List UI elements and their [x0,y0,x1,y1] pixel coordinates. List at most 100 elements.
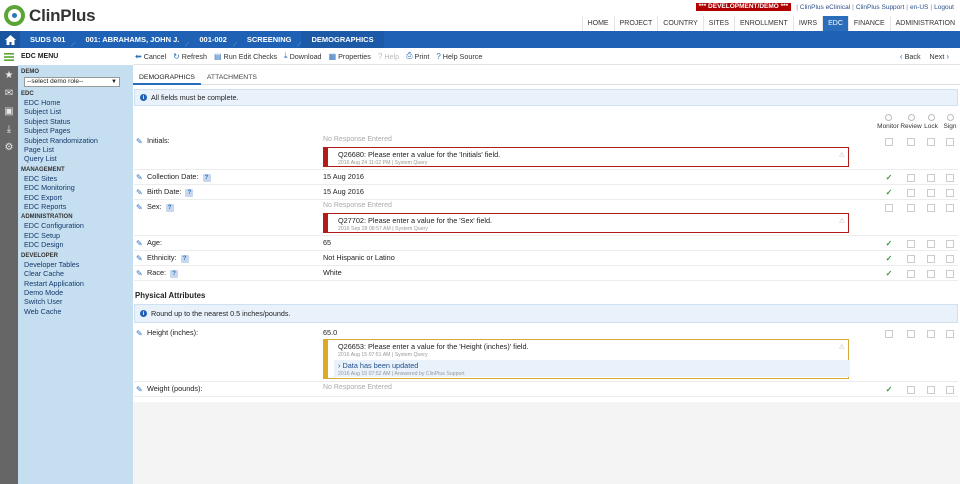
back-button[interactable]: ‹ Back [900,52,921,61]
lock-checkbox[interactable] [927,386,935,394]
column-review[interactable]: Review [900,114,922,130]
refresh-button[interactable]: ↻ Refresh [173,52,207,61]
eclinical-link[interactable]: ClinPlus eClinical [800,4,850,11]
nav-country[interactable]: COUNTRY [657,16,702,31]
field-value[interactable]: White [323,268,342,277]
query-box-answered[interactable]: Q26653: Please enter a value for the 'He… [323,339,850,379]
demo-role-select[interactable]: --select demo role-- ▼ [24,77,120,87]
sidebar-item-edc-home[interactable]: EDC Home [18,98,133,107]
mail-icon[interactable]: ✉ [0,84,18,102]
help-icon[interactable]: ? [202,174,211,182]
help-icon[interactable]: ? [170,270,179,278]
help-source-button[interactable]: ? Help Source [436,52,482,61]
field-value[interactable]: 65.0 [323,328,337,337]
sign-checkbox[interactable] [946,204,954,212]
monitor-checkbox[interactable] [885,138,893,146]
help-icon[interactable]: ? [180,255,189,263]
sidebar-item-query-list[interactable]: Query List [18,154,133,163]
nav-project[interactable]: PROJECT [613,16,658,31]
sidebar-item-clear-cache[interactable]: Clear Cache [18,269,133,278]
pencil-icon[interactable]: ✎ [136,254,143,263]
review-checkbox[interactable] [907,240,915,248]
sidebar-item-subject-randomization[interactable]: Subject Randomization [18,136,133,145]
tab-attachments[interactable]: ATTACHMENTS [201,71,263,85]
pencil-icon[interactable]: ✎ [136,137,143,146]
sidebar-item-edc-sites[interactable]: EDC Sites [18,174,133,183]
download-icon[interactable]: ⤓ [0,120,18,138]
sidebar-item-edc-monitoring[interactable]: EDC Monitoring [18,183,133,192]
run-edit-checks-button[interactable]: ▤ Run Edit Checks [214,52,277,61]
pencil-icon[interactable]: ✎ [136,269,143,278]
sidebar-item-switch-user[interactable]: Switch User [18,297,133,306]
nav-enrollment[interactable]: ENROLLMENT [733,16,793,31]
lock-checkbox[interactable] [927,189,935,197]
pencil-icon[interactable]: ✎ [136,385,143,394]
review-checkbox[interactable] [907,204,915,212]
sign-checkbox[interactable] [946,240,954,248]
locale-link[interactable]: en-US [910,4,928,11]
sign-checkbox[interactable] [946,386,954,394]
sidebar-item-edc-setup[interactable]: EDC Setup [18,231,133,240]
lock-checkbox[interactable] [927,330,935,338]
field-value[interactable]: 15 Aug 2016 [323,172,364,181]
monitored-check-icon[interactable]: ✓ [884,255,894,263]
field-value[interactable]: 15 Aug 2016 [323,187,364,196]
gear-icon[interactable]: ⚙ [0,138,18,156]
monitored-check-icon[interactable]: ✓ [884,270,894,278]
sidebar-item-restart-application[interactable]: Restart Application [18,279,133,288]
review-checkbox[interactable] [907,386,915,394]
download-button[interactable]: ⤓ Download [284,51,322,61]
review-all-toggle[interactable] [907,114,915,121]
lock-checkbox[interactable] [927,270,935,278]
field-value[interactable]: 65 [323,238,331,247]
nav-home[interactable]: HOME [581,16,614,31]
pencil-icon[interactable]: ✎ [136,188,143,197]
sidebar-item-page-list[interactable]: Page List [18,145,133,154]
field-value[interactable]: Not Hispanic or Latino [323,253,395,262]
pencil-icon[interactable]: ✎ [136,203,143,212]
review-checkbox[interactable] [907,330,915,338]
review-checkbox[interactable] [907,138,915,146]
print-button[interactable]: ⎙ Print [406,51,429,61]
properties-button[interactable]: ▦ Properties [329,52,371,61]
review-checkbox[interactable] [907,270,915,278]
sidebar-item-subject-status[interactable]: Subject Status [18,117,133,126]
sign-checkbox[interactable] [946,138,954,146]
sidebar-item-edc-design[interactable]: EDC Design [18,240,133,249]
monitored-check-icon[interactable]: ✓ [884,189,894,197]
lock-checkbox[interactable] [927,204,935,212]
sign-checkbox[interactable] [946,255,954,263]
clinplus-logo[interactable]: ClinPlus [4,5,96,26]
monitored-check-icon[interactable]: ✓ [884,240,894,248]
breadcrumb-visit[interactable]: SCREENING [236,31,302,48]
field-value[interactable]: No Response Entered [323,384,392,391]
nav-sites[interactable]: SITES [702,16,734,31]
sign-checkbox[interactable] [946,174,954,182]
lock-checkbox[interactable] [927,174,935,182]
sign-checkbox[interactable] [946,189,954,197]
review-checkbox[interactable] [907,189,915,197]
review-checkbox[interactable] [907,255,915,263]
column-sign[interactable]: Sign [939,114,960,130]
monitor-checkbox[interactable] [885,204,893,212]
lock-all-toggle[interactable] [927,114,935,121]
support-link[interactable]: ClinPlus Support [856,4,904,11]
pencil-icon[interactable]: ✎ [136,329,143,338]
help-icon[interactable]: ? [165,204,174,212]
nav-iwrs[interactable]: IWRS [792,16,822,31]
sidebar-item-subject-list[interactable]: Subject List [18,107,133,116]
star-icon[interactable]: ★ [0,66,18,84]
help-icon[interactable]: ? [185,189,194,197]
field-value[interactable]: No Response Entered [323,136,392,143]
field-value[interactable]: No Response Entered [323,202,392,209]
breadcrumb-study[interactable]: SUDS 001 [20,31,76,48]
nav-edc[interactable]: EDC [822,16,848,31]
lock-checkbox[interactable] [927,240,935,248]
monitored-check-icon[interactable]: ✓ [884,386,894,394]
query-box[interactable]: Q26680: Please enter a value for the 'In… [323,147,849,167]
monitor-all-toggle[interactable] [884,114,892,121]
sidebar-item-demo-mode[interactable]: Demo Mode [18,288,133,297]
sidebar-item-edc-reports[interactable]: EDC Reports [18,202,133,211]
sidebar-item-developer-tables[interactable]: Developer Tables [18,260,133,269]
monitored-check-icon[interactable]: ✓ [884,174,894,182]
